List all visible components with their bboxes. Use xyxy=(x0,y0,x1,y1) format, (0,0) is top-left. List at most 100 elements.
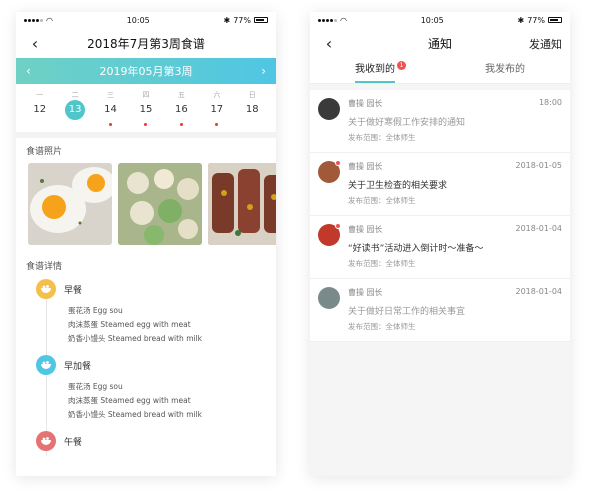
notice-item[interactable]: 曹操 园长 18:00 关于做好寒假工作安排的通知 发布范围：全体师生 xyxy=(310,90,570,153)
notice-tabs: 我收到的 1 我发布的 xyxy=(310,58,570,84)
wifi-icon: ◠ xyxy=(340,15,347,25)
meal-name: 早餐 xyxy=(64,285,83,296)
day-strip: 一 12 二 13 三 14 四 15 五 16 六 17 日 18 xyxy=(16,84,276,132)
day-cell[interactable]: 日 18 xyxy=(235,90,270,132)
notice-item[interactable]: 曹操 园长 2018-01-05 关于卫生检查的相关要求 发布范围：全体师生 xyxy=(310,153,570,216)
battery-percent: 77% xyxy=(233,15,251,25)
notice-header: 曹操 园长 2018-01-04 xyxy=(348,287,562,300)
notice-item[interactable]: 曹操 园长 2018-01-04 “好读书”活动进入倒计时～准备～ 发布范围：全体师生 xyxy=(310,216,570,279)
weekday-label: 二 xyxy=(71,91,79,99)
status-right: ✱ 77% xyxy=(518,16,562,25)
notice-title: “好读书”活动进入倒计时～准备～ xyxy=(348,244,484,254)
weekday-label: 四 xyxy=(142,91,150,99)
has-menu-dot xyxy=(109,123,113,126)
nav-bar: ‹ 2018年7月第3周食谱 xyxy=(16,28,276,58)
status-right: ✱ 77% xyxy=(224,16,268,25)
avatar xyxy=(318,287,340,309)
chevron-left-icon[interactable]: ‹ xyxy=(26,64,31,78)
meal-item: 肉沫蒸蛋 Steamed egg with meat xyxy=(68,396,191,405)
week-label: 2019年05月第3周 xyxy=(99,65,193,78)
notice-screen: ◠ 10:05 ✱ 77% ‹ 通知 发通知 我收到的 1 我发布的 曹操 园长 1… xyxy=(310,12,570,476)
notice-title: 关于卫生检查的相关要求 xyxy=(348,181,448,191)
day-cell[interactable]: 二 13 xyxy=(57,90,92,132)
day-number: 14 xyxy=(104,104,117,115)
meal-bowl-icon xyxy=(36,355,56,375)
meal-item: 蛋花汤 Egg sou xyxy=(68,306,123,315)
recipe-screen: ◠ 10:05 ✱ 77% ‹ 2018年7月第3周食谱 ‹ 2019年05月第… xyxy=(16,12,276,476)
battery-percent: 77% xyxy=(527,15,545,25)
meat-dish-image xyxy=(208,163,276,245)
photo-gallery xyxy=(16,163,276,245)
meal-header: 早加餐 xyxy=(26,354,266,376)
bluetooth-icon: ✱ xyxy=(223,15,231,25)
tab-label: 我发布的 xyxy=(485,64,525,75)
status-time: 10:05 xyxy=(420,15,444,25)
has-menu-dot xyxy=(215,123,219,126)
page-title: 2018年7月第3周食谱 xyxy=(87,36,205,51)
unread-dot xyxy=(335,223,341,229)
day-cell[interactable]: 六 17 xyxy=(199,90,234,132)
selected-day-number: 13 xyxy=(65,100,86,120)
fried-egg-image xyxy=(28,163,112,245)
notice-content: 曹操 园长 2018-01-05 关于卫生检查的相关要求 发布范围：全体师生 xyxy=(348,161,562,209)
meal-block: 早加餐蛋花汤 Egg sou 肉沫蒸蛋 Steamed egg with meat… xyxy=(26,354,266,430)
notice-content: 曹操 园长 2018-01-04 关于做好日常工作的相关事宜 发布范围：全体师生 xyxy=(348,287,562,335)
day-number: 12 xyxy=(33,104,47,115)
notice-sender: 曹操 园长 xyxy=(348,162,383,171)
meal-bowl-icon xyxy=(36,279,56,299)
signal-icon xyxy=(318,18,337,22)
notice-scope: 发布范围：全体师生 xyxy=(348,322,416,331)
day-cell[interactable]: 五 16 xyxy=(164,90,199,132)
battery-icon xyxy=(254,17,268,23)
meal-item: 奶香小馒头 Steamed bread with milk xyxy=(68,334,203,343)
details-section-title: 食谱详情 xyxy=(26,262,63,272)
notice-date: 18:00 xyxy=(538,98,562,107)
notice-list: 曹操 园长 18:00 关于做好寒假工作安排的通知 发布范围：全体师生 曹操 园长 201… xyxy=(310,90,570,342)
page-title: 通知 xyxy=(427,36,452,51)
day-cell[interactable]: 一 12 xyxy=(22,90,57,132)
send-notice-button[interactable]: 发通知 xyxy=(529,36,562,52)
notice-item[interactable]: 曹操 园长 2018-01-04 关于做好日常工作的相关事宜 发布范围：全体师生 xyxy=(310,279,570,342)
wifi-icon: ◠ xyxy=(46,15,53,25)
signal-wifi: ◠ xyxy=(318,16,347,25)
notice-sender: 曹操 园长 xyxy=(348,288,383,297)
battery-icon xyxy=(548,17,562,23)
tab-published[interactable]: 我发布的 xyxy=(440,58,570,83)
day-number: 15 xyxy=(139,104,153,115)
day-number: 17 xyxy=(210,104,224,115)
food-photo-eggs[interactable] xyxy=(28,163,112,245)
unread-badge: 1 xyxy=(397,61,406,70)
avatar xyxy=(318,160,341,183)
notice-scope: 发布范围：全体师生 xyxy=(348,133,416,142)
food-photo-dumplings[interactable] xyxy=(118,163,202,245)
photos-section-title: 食谱照片 xyxy=(26,147,63,157)
notice-header: 曹操 园长 2018-01-05 xyxy=(348,161,562,174)
tab-received[interactable]: 我收到的 1 xyxy=(310,58,440,83)
bluetooth-icon: ✱ xyxy=(517,15,525,25)
notice-scope: 发布范围：全体师生 xyxy=(348,196,416,205)
notice-sender: 曹操 园长 xyxy=(348,99,383,108)
chevron-right-icon[interactable]: › xyxy=(261,64,266,78)
status-bar: ◠ 10:05 ✱ 77% xyxy=(16,12,276,28)
notice-sender: 曹操 园长 xyxy=(348,225,383,234)
day-cell[interactable]: 三 14 xyxy=(93,90,128,132)
notice-scope: 发布范围：全体师生 xyxy=(348,259,416,268)
day-cell[interactable]: 四 15 xyxy=(128,90,163,132)
back-icon[interactable]: ‹ xyxy=(26,34,44,53)
avatar xyxy=(318,223,341,246)
food-photo-meat[interactable] xyxy=(208,163,276,245)
dumplings-image xyxy=(118,163,202,245)
meal-name: 早加餐 xyxy=(64,361,92,372)
meal-header: 早餐 xyxy=(26,278,266,300)
notice-title: 关于做好寒假工作安排的通知 xyxy=(348,118,466,128)
notice-date: 2018-01-04 xyxy=(515,224,563,233)
notice-header: 曹操 园长 2018-01-04 xyxy=(348,224,562,237)
meal-items: 蛋花汤 Egg sou 肉沫蒸蛋 Steamed egg with meat 奶香小… xyxy=(26,376,266,430)
meal-block: 午餐 xyxy=(26,430,266,456)
weekday-label: 三 xyxy=(107,91,115,99)
has-menu-dot xyxy=(144,123,148,126)
meal-items xyxy=(26,452,266,456)
unread-dot xyxy=(335,160,341,166)
back-icon[interactable]: ‹ xyxy=(320,34,338,53)
day-number: 16 xyxy=(175,104,188,115)
